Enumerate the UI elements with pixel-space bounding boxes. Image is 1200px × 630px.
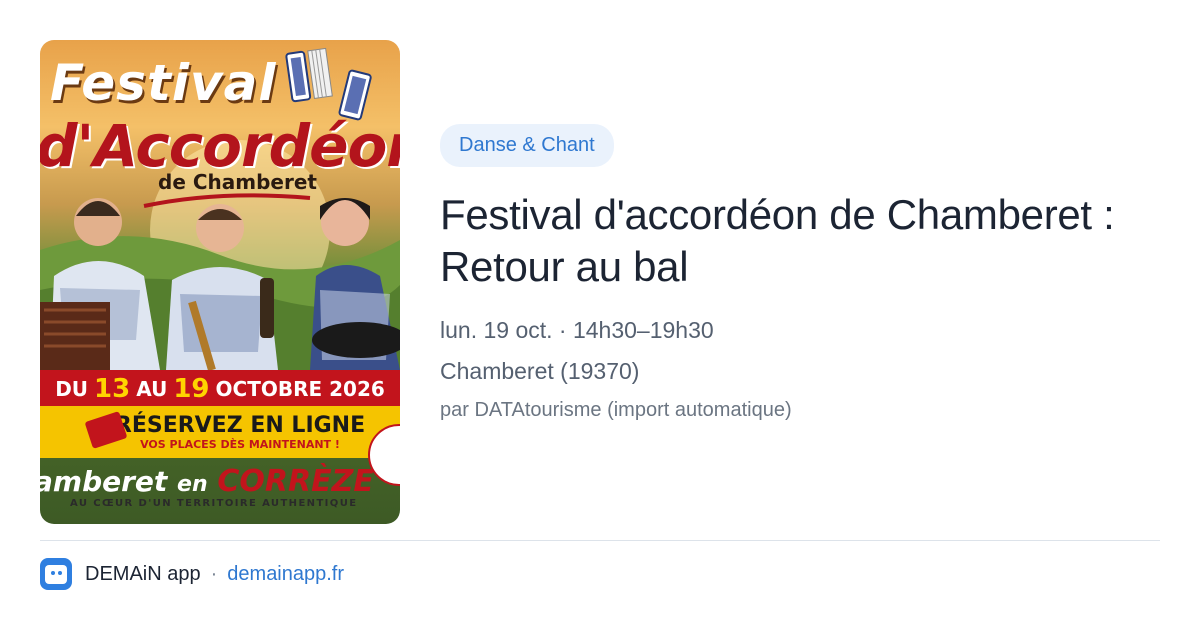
site-domain-link[interactable]: demainapp.fr <box>227 563 344 586</box>
demain-app-icon <box>40 558 72 590</box>
app-icon-eye-left <box>51 571 55 575</box>
poster-dates-banner: DU 13 AU 19 OCTOBRE 2026 <box>40 370 400 408</box>
app-icon-face <box>45 565 67 584</box>
poster-booking-text: RÉSERVEZ EN LIGNE <box>114 413 366 438</box>
poster-dates-month: OCTOBRE 2026 <box>215 377 385 401</box>
site-footer: DEMAiN app · demainapp.fr <box>40 557 344 591</box>
poster-footer-tagline: AU CŒUR D'UN TERRITOIRE AUTHENTIQUE <box>70 498 358 509</box>
poster-title-festival: Festival <box>50 54 277 112</box>
poster-date-start: 13 <box>94 374 131 404</box>
poster-dates-prefix: DU <box>55 377 89 401</box>
poster-footer-region: CORRÈZE <box>217 464 374 499</box>
event-title[interactable]: Festival d'accordéon de Chamberet : Reto… <box>440 189 1160 293</box>
event-location: Chamberet (19370) <box>440 358 640 384</box>
poster-subtitle: de Chamberet <box>158 170 317 194</box>
poster-footer-town-name: amberet <box>40 465 168 498</box>
event-datetime: lun. 19 oct. · 14h30–19h30 <box>440 317 714 343</box>
poster-date-end: 19 <box>173 374 210 404</box>
event-info: Danse & Chant Festival d'accordéon de Ch… <box>440 124 1160 422</box>
poster-footer-town: amberet en CORRÈZE <box>40 464 374 499</box>
event-card[interactable]: Festival d'Accordéon de Chamberet DU 13 … <box>40 40 1160 524</box>
footer-divider <box>40 540 1160 541</box>
event-poster-image[interactable]: Festival d'Accordéon de Chamberet DU 13 … <box>40 40 400 524</box>
poster-dates-mid: AU <box>136 377 168 401</box>
footer-separator: · <box>210 562 218 585</box>
app-name: DEMAiN app <box>85 562 201 585</box>
category-tag[interactable]: Danse & Chant <box>440 124 614 167</box>
poster-booking-subtext: VOS PLACES DÈS MAINTENANT ! <box>140 438 340 451</box>
event-source: par DATAtourisme (import automatique) <box>440 399 792 421</box>
app-icon-eye-right <box>58 571 62 575</box>
poster-footer-en: en <box>177 472 208 497</box>
